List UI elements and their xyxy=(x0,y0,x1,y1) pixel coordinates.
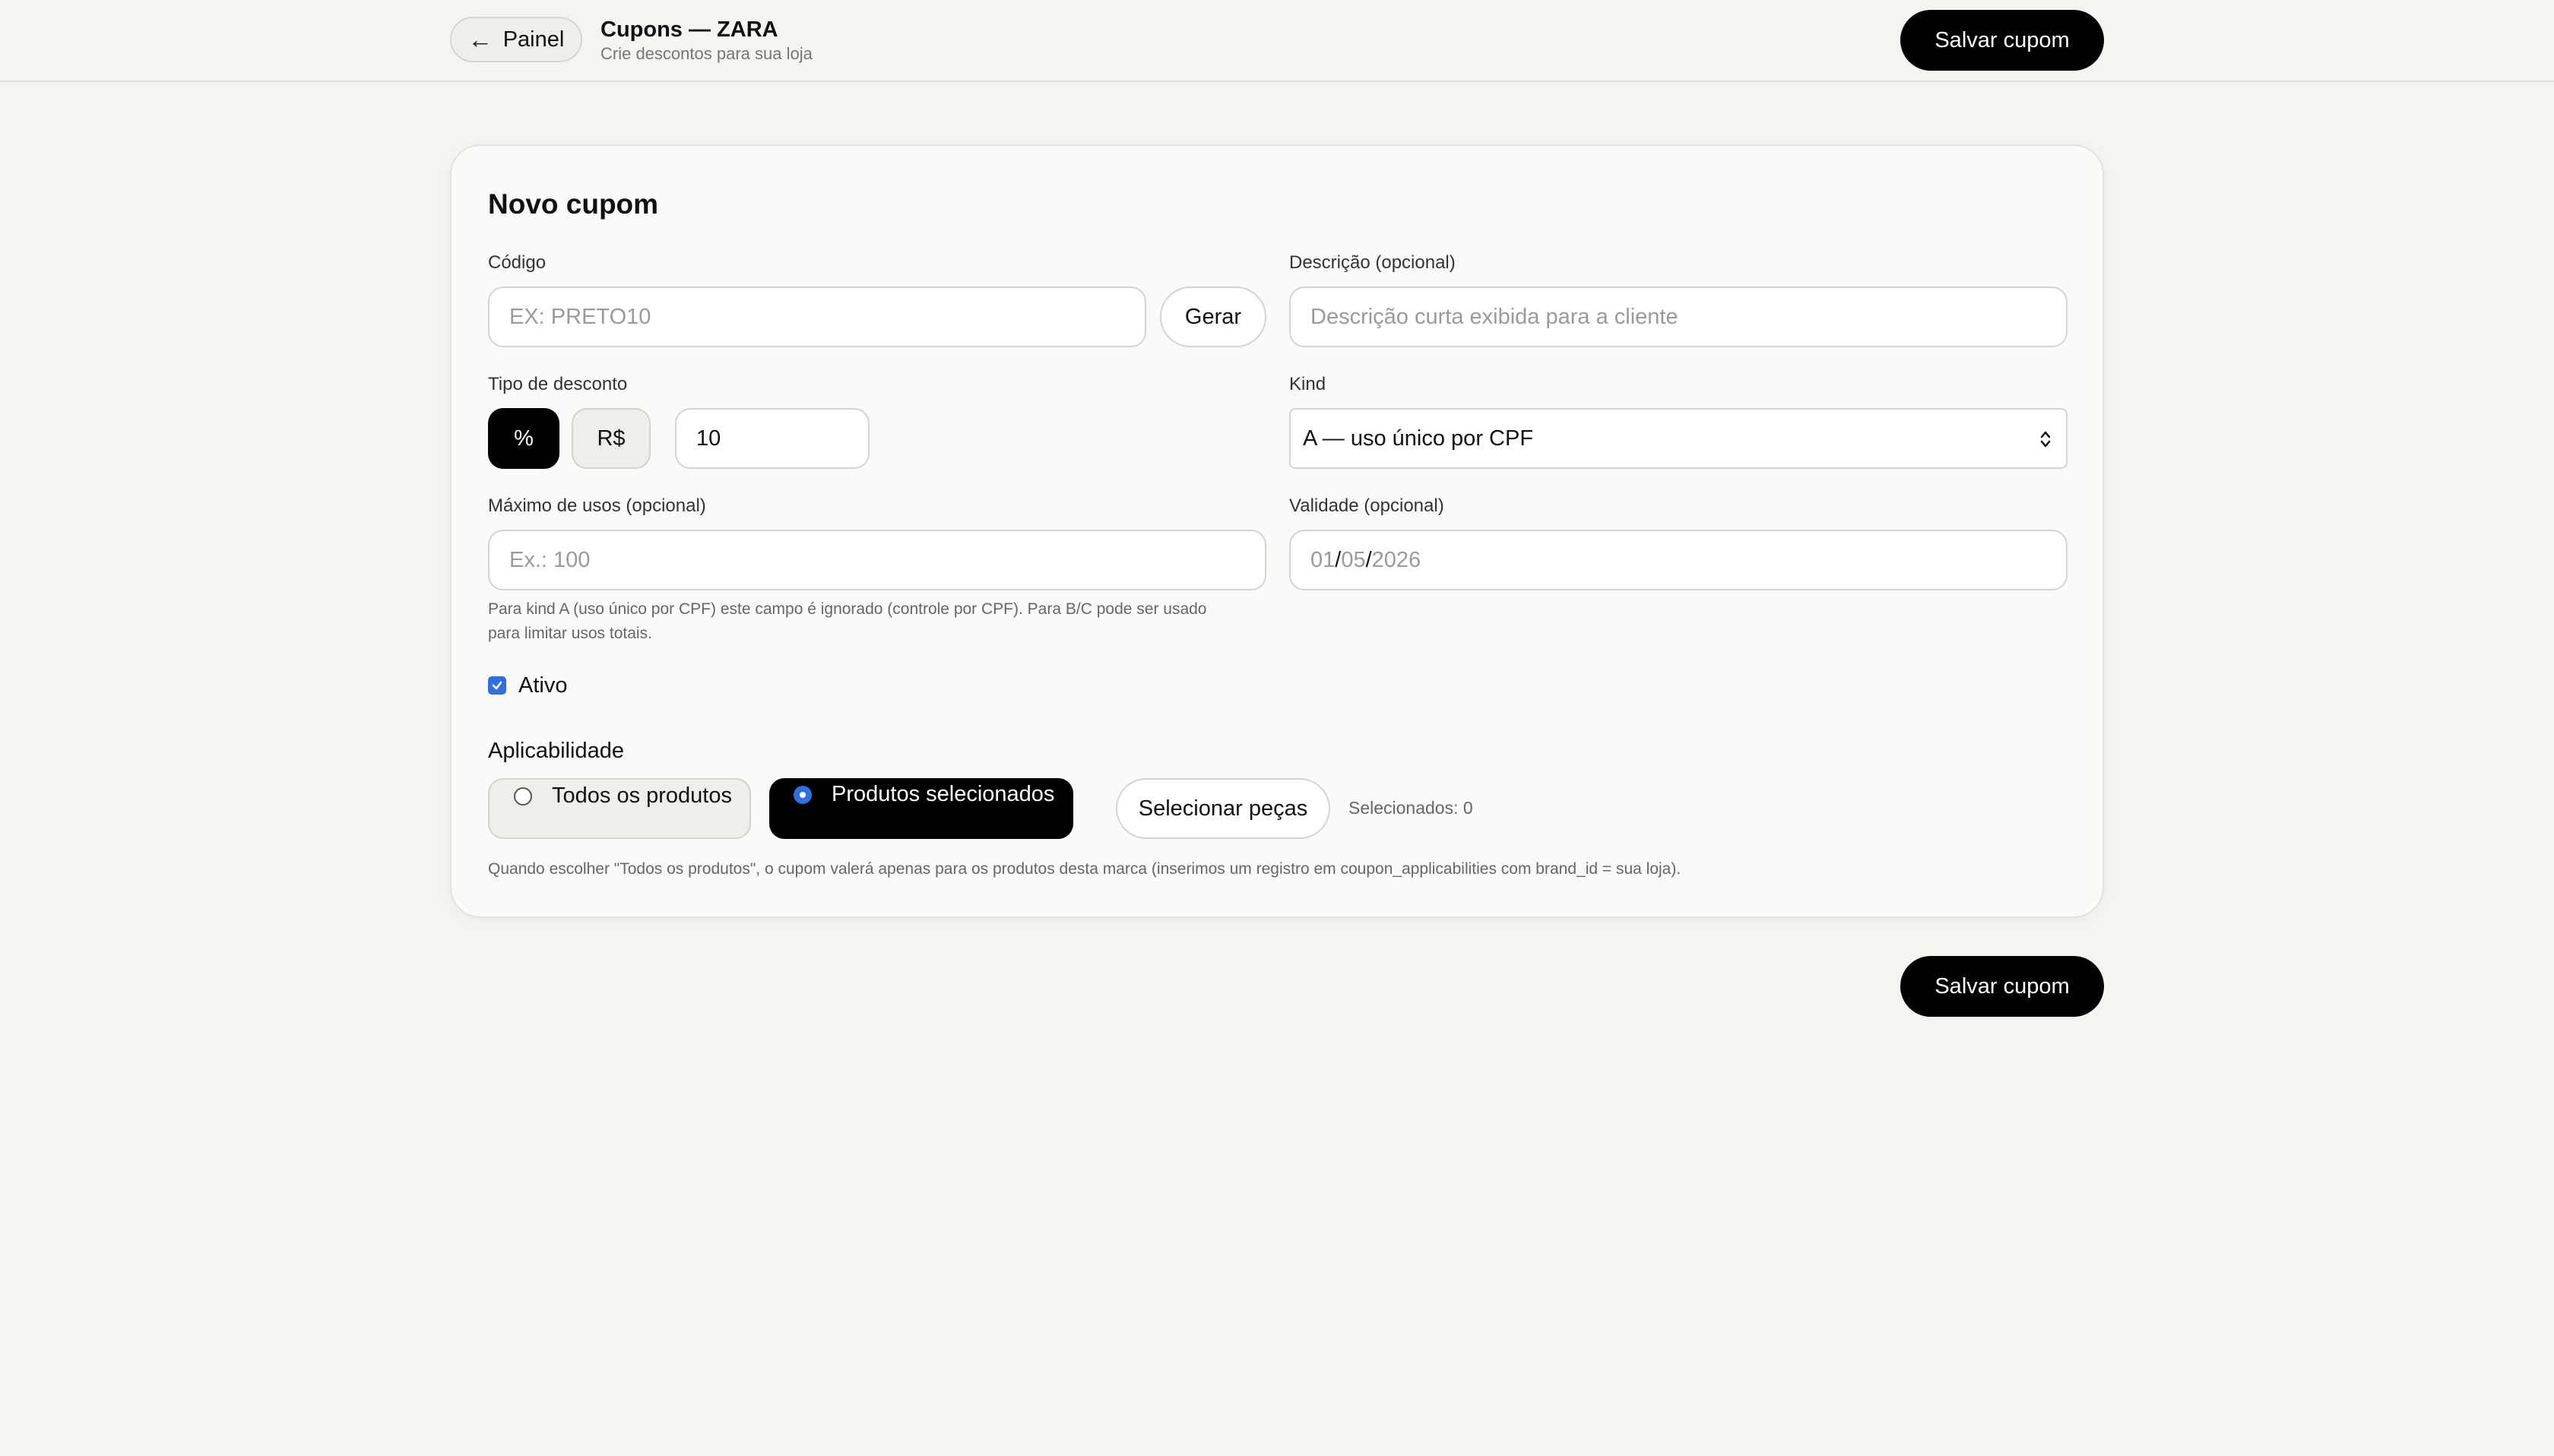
max-uses-help-line-2: para limitar usos totais. xyxy=(488,625,652,642)
discount-type-percent[interactable]: % xyxy=(488,408,559,469)
max-uses-input[interactable]: Ex.: 100 xyxy=(488,530,1266,590)
description-placeholder: Descrição curta exibida para a cliente xyxy=(1310,304,1678,329)
save-coupon-button-top[interactable]: Salvar cupom xyxy=(1900,10,2104,71)
validity-date-input[interactable]: 01/05/2026 xyxy=(1289,530,2068,590)
date-separator: / xyxy=(1335,547,1342,572)
selected-products-label: Produtos selecionados xyxy=(832,782,1055,806)
select-pieces-button[interactable]: Selecionar peças xyxy=(1116,778,1330,839)
back-button-label: Painel xyxy=(502,27,565,52)
code-label: Código xyxy=(488,252,547,273)
checkmark-icon xyxy=(492,681,502,690)
code-placeholder: EX: PRETO10 xyxy=(509,304,651,329)
back-to-panel-button[interactable]: ← Painel xyxy=(450,17,582,62)
applicability-selected-products[interactable]: Produtos selecionados xyxy=(769,778,1073,839)
card-title: Novo cupom xyxy=(488,188,659,220)
kind-selected-value: A — uso único por CPF xyxy=(1303,426,1534,451)
select-chevrons-icon xyxy=(2040,431,2051,448)
applicability-help: Quando escolher "Todos os produtos", o c… xyxy=(488,860,1681,878)
validity-month: 05 xyxy=(1341,547,1366,572)
validity-year: 2026 xyxy=(1371,547,1421,572)
max-uses-label: Máximo de usos (opcional) xyxy=(488,495,706,516)
save-coupon-button-bottom[interactable]: Salvar cupom xyxy=(1900,956,2104,1017)
active-checkbox[interactable] xyxy=(488,676,506,695)
all-products-label: Todos os produtos xyxy=(552,783,732,808)
kind-select[interactable]: A — uso único por CPF xyxy=(1289,408,2068,469)
top-bar: ← Painel Cupons — ZARA Crie descontos pa… xyxy=(0,0,2554,82)
max-uses-placeholder: Ex.: 100 xyxy=(509,547,591,572)
applicability-all-products[interactable]: Todos os produtos xyxy=(488,778,751,839)
discount-value-input[interactable]: 10 xyxy=(675,408,870,469)
description-label: Descrição (opcional) xyxy=(1289,252,1456,273)
discount-value: 10 xyxy=(696,426,721,451)
discount-type-currency[interactable]: R$ xyxy=(572,408,651,469)
arrow-left-icon: ← xyxy=(467,26,493,53)
radio-checked-icon xyxy=(794,786,812,804)
radio-unchecked-icon xyxy=(514,787,532,806)
date-separator: / xyxy=(1365,547,1372,572)
code-input[interactable]: EX: PRETO10 xyxy=(488,286,1146,347)
max-uses-help: Para kind A (uso único por CPF) este cam… xyxy=(488,597,1271,646)
discount-type-label: Tipo de desconto xyxy=(488,374,628,394)
max-uses-help-line-1: Para kind A (uso único por CPF) este cam… xyxy=(488,600,1207,618)
generate-code-button[interactable]: Gerar xyxy=(1160,286,1266,347)
applicability-heading: Aplicabilidade xyxy=(488,739,624,763)
selected-count: Selecionados: 0 xyxy=(1348,798,1473,818)
new-coupon-card: Novo cupom Código EX: PRETO10 Gerar Desc… xyxy=(450,144,2104,918)
kind-label: Kind xyxy=(1289,374,1326,394)
active-label: Ativo xyxy=(518,673,568,698)
page-title: Cupons — ZARA xyxy=(600,17,778,42)
page-subtitle: Crie descontos para sua loja xyxy=(600,44,813,63)
page-heading: Cupons — ZARA Crie descontos para sua lo… xyxy=(600,17,813,65)
description-input[interactable]: Descrição curta exibida para a cliente xyxy=(1289,286,2068,347)
validity-label: Validade (opcional) xyxy=(1289,495,1444,516)
validity-day: 01 xyxy=(1310,547,1336,572)
